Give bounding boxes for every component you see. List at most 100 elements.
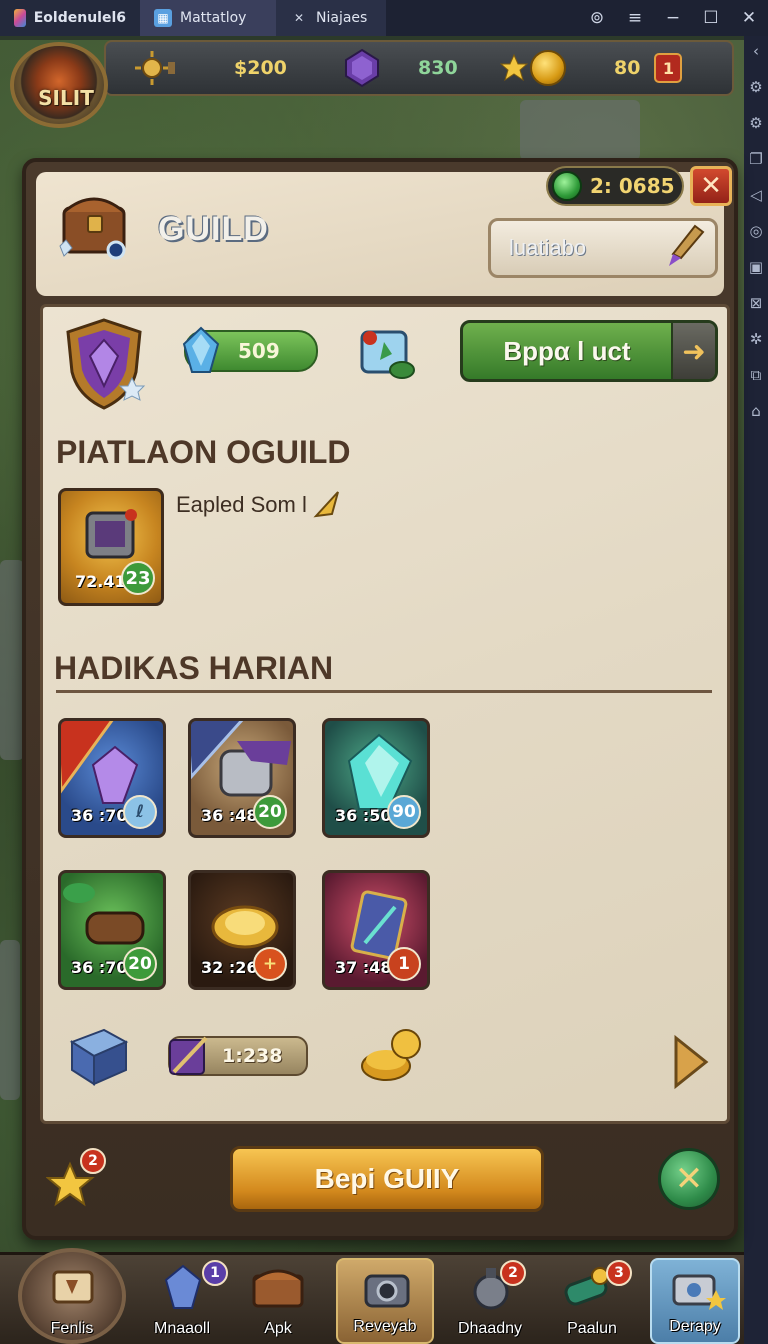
nav-label: Mnaaoll xyxy=(153,1320,211,1337)
featured-item-card[interactable]: 72.41 23 xyxy=(58,488,164,606)
item-qty: 32 :26 xyxy=(201,958,258,977)
coin-resource[interactable]: 80 xyxy=(530,50,640,86)
player-avatar[interactable]: SILIT xyxy=(10,42,108,128)
item-card[interactable]: 36 :50 90 xyxy=(322,718,430,838)
timer-value: 2: 0685 xyxy=(590,174,675,198)
nav-label: Fenlis xyxy=(50,1320,94,1337)
settings-icon[interactable]: ⚙ xyxy=(749,78,762,96)
resource-bar: $200 830 80 1 xyxy=(104,40,734,96)
item-qty: 36 :70 xyxy=(71,958,128,977)
robot-icon xyxy=(666,1264,726,1316)
strip-value: 1:238 xyxy=(222,1045,283,1067)
chest-icon xyxy=(248,1262,308,1314)
item-qty: 37 :48 xyxy=(335,958,392,977)
guild-section-title: PIATLAON OGUILD xyxy=(56,434,351,470)
favorites-badge: 2 xyxy=(80,1148,106,1174)
guild-crest-icon[interactable] xyxy=(60,316,148,412)
gem-resource[interactable]: 830 xyxy=(342,48,528,88)
nav-item-fenlis[interactable]: Fenlis xyxy=(18,1258,126,1344)
next-page-arrow-icon[interactable] xyxy=(670,1034,710,1090)
nav-label: Reveyab xyxy=(353,1318,417,1335)
confirm-cross-button[interactable]: ✕ xyxy=(658,1148,720,1210)
app-title: Eoldenulel6 xyxy=(33,10,126,26)
blue-crystal-icon xyxy=(180,326,222,376)
search-input[interactable] xyxy=(509,235,659,261)
sun-emblem-icon xyxy=(132,48,176,88)
nav-label: Paalun xyxy=(567,1320,617,1337)
item-card[interactable]: 37 :48 1 xyxy=(322,870,430,990)
minimize-icon[interactable]: − xyxy=(654,0,692,36)
guild-action-button[interactable]: Bppα l uct ➜ xyxy=(460,320,718,382)
tab-label: Niajaes xyxy=(316,10,368,26)
account-icon[interactable]: ⊚ xyxy=(578,0,616,36)
item-qty: 36 :50 xyxy=(335,806,392,825)
item-card[interactable]: 36 :70 ℓ xyxy=(58,718,166,838)
item-badge: 20 xyxy=(253,795,287,829)
nav-label: Dhaadny xyxy=(457,1320,523,1337)
tab-active[interactable]: ▦ Mattatloy xyxy=(140,0,276,36)
gold-coins-icon[interactable] xyxy=(358,1026,426,1088)
rotate-icon[interactable]: ◁ xyxy=(750,186,762,204)
keymap-icon[interactable]: ⌂ xyxy=(751,402,761,420)
close-button[interactable]: ✕ xyxy=(690,166,732,206)
item-badge: ℓ xyxy=(123,795,157,829)
rewards-section-title: HADIKAS HARIAN xyxy=(54,650,334,686)
gem-amount: 830 xyxy=(418,57,458,79)
featured-label: Eapled Som l xyxy=(176,492,307,517)
image-icon[interactable]: ⊠ xyxy=(750,294,763,312)
emulator-side-rail: ‹ ⚙ ⚙ ❐ ◁ ◎ ▣ ⊠ ✲ ⧉ ⌂ xyxy=(744,36,768,1344)
item-qty: 36 :70 xyxy=(71,806,128,825)
gold-resource[interactable]: $200 xyxy=(132,48,302,88)
item-card[interactable]: 32 :26 + xyxy=(188,870,296,990)
page-icon: ▦ xyxy=(154,9,172,27)
macro-icon[interactable]: ✲ xyxy=(750,330,763,348)
item-badge: 1 xyxy=(387,947,421,981)
copy-icon[interactable]: ❐ xyxy=(749,150,762,168)
gold-coin-icon xyxy=(530,50,566,86)
avatar-label: SILIT xyxy=(38,86,94,110)
item-card[interactable]: 36 :70 20 xyxy=(58,870,166,990)
section-divider xyxy=(56,690,712,693)
screenshot-icon[interactable]: ▣ xyxy=(749,258,763,276)
favorites-star-icon[interactable]: 2 xyxy=(45,1146,116,1212)
sword-scroll-icon xyxy=(166,1032,212,1084)
quill-icon[interactable] xyxy=(665,224,705,272)
app-tab[interactable]: Eoldenulel6 xyxy=(0,0,140,36)
notification-badge[interactable]: 1 xyxy=(654,53,683,83)
event-timer: 2: 0685 xyxy=(546,166,684,206)
nav-label: Apk xyxy=(264,1320,292,1337)
close-window-icon[interactable]: ✕ xyxy=(730,0,768,36)
item-qty: 36 :48 xyxy=(201,806,258,825)
item-card[interactable]: 36 :48 20 xyxy=(188,718,296,838)
menu-icon[interactable]: ≡ xyxy=(616,0,654,36)
nav-item-mnaaoll[interactable]: 1 Mnaaoll xyxy=(140,1258,228,1344)
primary-guild-button[interactable]: Bepi GUIIY xyxy=(230,1146,544,1212)
clock-icon xyxy=(552,171,582,201)
blue-crate-icon[interactable] xyxy=(64,1024,130,1092)
nav-item-paalun[interactable]: 3 Paalun xyxy=(546,1258,638,1344)
treasure-chest-icon xyxy=(56,186,134,262)
arrow-right-icon: ➜ xyxy=(671,323,715,379)
item-badge: 90 xyxy=(387,795,421,829)
gear-icon[interactable]: ⚙ xyxy=(749,114,762,132)
nav-item-derapy[interactable]: Derapy xyxy=(650,1258,740,1344)
nav-item-dhaadny[interactable]: 2 Dhaadny xyxy=(444,1258,536,1344)
location-icon[interactable]: ◎ xyxy=(749,222,762,240)
window-tab-bar: Eoldenulel6 ▦ Mattatloy ✕ Niajaes ⊚ ≡ − … xyxy=(0,0,768,36)
star-icon xyxy=(499,54,528,82)
gold-arrow-icon[interactable] xyxy=(312,488,342,520)
collapse-icon[interactable]: ‹ xyxy=(753,42,759,60)
nav-item-apk[interactable]: Apk xyxy=(236,1258,320,1344)
action-button-label: Bppα l uct xyxy=(503,335,631,366)
folder-icon[interactable]: ⧉ xyxy=(751,366,762,384)
scroll-map-icon xyxy=(48,1262,98,1316)
maximize-icon[interactable]: ☐ xyxy=(692,0,730,36)
map-icon[interactable] xyxy=(358,326,416,384)
guild-search[interactable] xyxy=(488,218,718,278)
coin-amount: 80 xyxy=(614,57,641,79)
purple-gem-icon xyxy=(342,48,382,88)
nav-item-reveyab[interactable]: Reveyab xyxy=(336,1258,434,1344)
crystal-icon xyxy=(160,1262,206,1316)
tab-inactive[interactable]: ✕ Niajaes xyxy=(276,0,386,36)
nav-badge: 3 xyxy=(606,1260,632,1286)
